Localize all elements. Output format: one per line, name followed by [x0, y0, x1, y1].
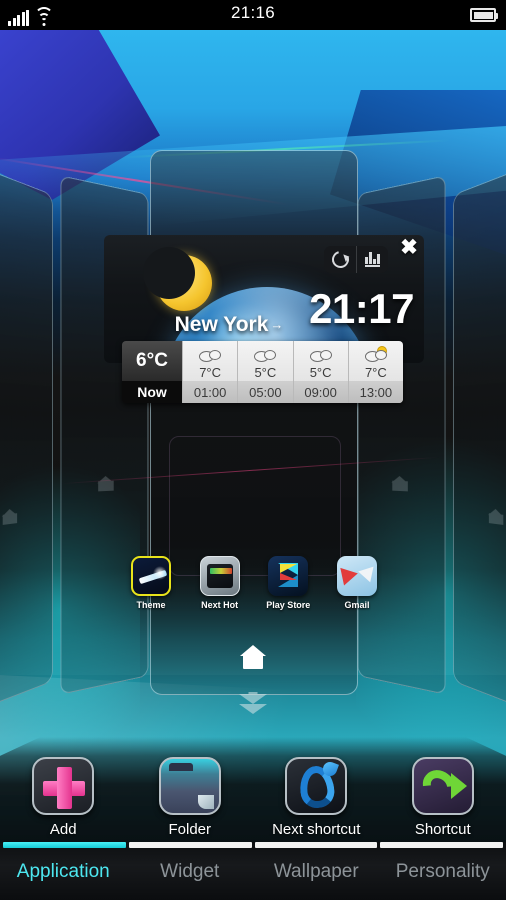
gmail-app-icon [336, 556, 377, 596]
app-label: Next Hot [201, 600, 239, 610]
status-bar[interactable]: 21:16 [0, 0, 506, 30]
cloudy-icon [183, 341, 237, 363]
city-arrow-icon: → [270, 317, 284, 332]
forecast-column: 5°C 05:00 [237, 341, 293, 403]
weather-clock-widget[interactable]: New York→ 21:17 ✖ 6°C Now 7°C 01:00 5°C [104, 235, 424, 410]
dock-label: Folder [168, 821, 212, 838]
forecast-time: 05:00 [238, 381, 293, 403]
chart-button[interactable] [356, 246, 388, 273]
home-watermark-icon [98, 476, 114, 492]
dock-label: Shortcut [414, 821, 471, 838]
app-label: Theme [136, 600, 166, 610]
forecast-time: 09:00 [293, 381, 348, 403]
cloudy-icon [238, 341, 292, 363]
crescent-moon-icon [143, 247, 212, 311]
home-button[interactable] [0, 645, 506, 674]
next-swoosh-icon [285, 757, 348, 815]
forecast-temp: 7°C [199, 364, 222, 380]
app-shortcut-next-hot[interactable]: Next Hot [191, 556, 249, 618]
status-bar-clock: 21:16 [230, 3, 276, 22]
home-watermark-icon [392, 476, 408, 492]
app-shortcut-play-store[interactable]: Play Store [259, 556, 317, 618]
tab-indicator-personality [380, 842, 503, 848]
double-down-arrow-icon [238, 692, 268, 718]
play-store-app-icon [268, 556, 309, 596]
tab-indicator-wallpaper [254, 842, 378, 848]
glass-panel-far-left[interactable] [0, 158, 53, 718]
forecast-column: 5°C 09:00 [292, 341, 348, 403]
forecast-column: 7°C 01:00 [182, 341, 238, 403]
bar-chart-icon [365, 252, 380, 267]
home-watermark-icon [3, 508, 17, 525]
app-shortcut-gmail[interactable]: Gmail [328, 556, 386, 618]
app-label: Gmail [344, 600, 370, 610]
drawer-handle[interactable] [0, 692, 506, 723]
next-hot-app-icon [199, 556, 240, 596]
plus-icon [32, 757, 95, 815]
forecast-strip[interactable]: 6°C Now 7°C 01:00 5°C 05:00 5°C 09:00 7°… [122, 341, 403, 403]
dock-item-add[interactable]: Add [7, 757, 119, 838]
home-screen: New York→ 21:17 ✖ 6°C Now 7°C 01:00 5°C [0, 0, 506, 900]
glass-panel-far-right[interactable] [453, 158, 506, 718]
forecast-temp: 5°C [254, 364, 277, 380]
app-label: Play Store [266, 600, 311, 610]
current-temp: 6°C [122, 341, 182, 381]
refresh-icon [328, 247, 352, 272]
panel-inner-outline [169, 436, 341, 576]
current-label: Now [122, 381, 182, 403]
tab-indicators [0, 842, 506, 848]
widget-clock[interactable]: 21:17 [309, 285, 414, 333]
dock-item-next-shortcut[interactable]: Next shortcut [260, 757, 372, 838]
tab-indicator-widget [128, 842, 252, 848]
refresh-button[interactable] [324, 246, 356, 273]
city-label: New York [174, 313, 269, 336]
app-shortcut-theme[interactable]: Theme [122, 556, 180, 618]
tab-indicator-application [3, 842, 126, 848]
dock-label: Next shortcut [272, 821, 361, 838]
cloudy-icon [294, 341, 348, 363]
tab-wallpaper[interactable]: Wallpaper [253, 850, 380, 898]
tab-widget[interactable]: Widget [127, 850, 254, 898]
bottom-tab-bar: Application Widget Wallpaper Personality [0, 842, 506, 900]
dock-item-folder[interactable]: Folder [134, 757, 246, 838]
green-arrow-icon [411, 757, 474, 815]
tab-personality[interactable]: Personality [380, 850, 506, 898]
forecast-column: 7°C 13:00 [347, 341, 403, 403]
close-widget-button[interactable]: ✖ [399, 237, 419, 258]
forecast-temp: 5°C [309, 364, 332, 380]
home-icon [240, 645, 266, 669]
dock-item-shortcut[interactable]: Shortcut [387, 757, 499, 838]
folder-icon [158, 757, 221, 815]
forecast-time: 13:00 [348, 381, 403, 403]
forecast-temp: 7°C [364, 364, 387, 380]
theme-app-icon [131, 556, 171, 596]
forecast-current: 6°C Now [122, 341, 182, 403]
battery-icon [470, 8, 498, 22]
sun-behind-cloud-icon [349, 341, 403, 363]
tab-application[interactable]: Application [0, 850, 127, 898]
app-shortcut-row: Theme Next Hot Play Store Gmail [122, 556, 386, 618]
tab-labels: Application Widget Wallpaper Personality [0, 850, 506, 898]
home-watermark-icon [489, 508, 503, 525]
dock-items: Add Folder Next shortcut Shortcut [0, 738, 506, 838]
forecast-time: 01:00 [183, 381, 238, 403]
dock-label: Add [49, 821, 77, 838]
widget-toolbar [324, 246, 388, 273]
